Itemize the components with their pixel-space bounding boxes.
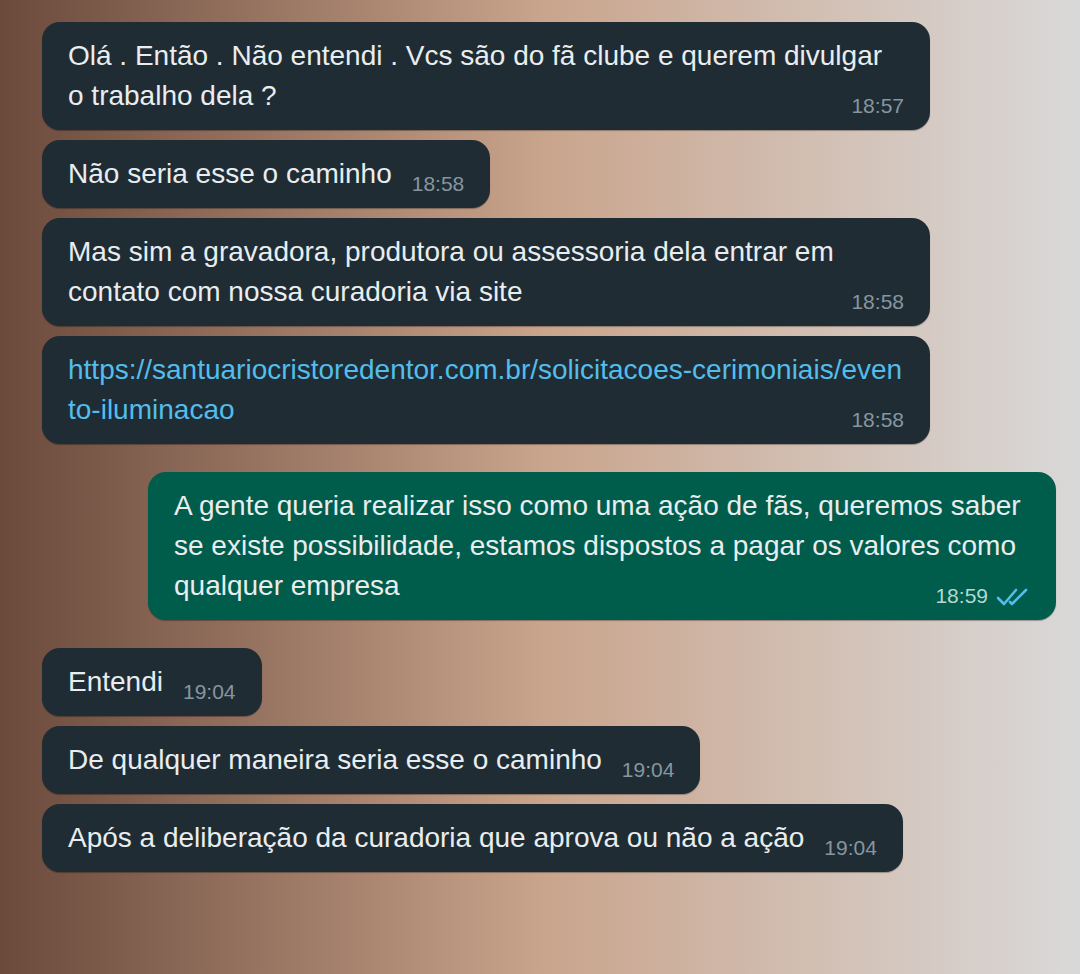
message-text: Após a deliberação da curadoria que apro…: [68, 822, 804, 853]
received-message[interactable]: https://santuariocristoredentor.com.br/s…: [42, 336, 930, 444]
received-message[interactable]: Mas sim a gravadora, produtora ou assess…: [42, 218, 930, 326]
received-message[interactable]: Após a deliberação da curadoria que apro…: [42, 804, 903, 872]
received-message[interactable]: Não seria esse o caminho 18:58: [42, 140, 490, 208]
message-text: Mas sim a gravadora, produtora ou assess…: [68, 236, 834, 307]
message-text: A gente queria realizar isso como uma aç…: [174, 490, 1021, 601]
message-time: 19:04: [622, 756, 675, 784]
chat-screen: Olá . Então . Não entendi . Vcs são do f…: [0, 0, 1080, 974]
received-message[interactable]: Olá . Então . Não entendi . Vcs são do f…: [42, 22, 930, 130]
message-text: Entendi: [68, 666, 163, 697]
message-list: Olá . Então . Não entendi . Vcs são do f…: [0, 0, 1080, 880]
message-time: 18:57: [851, 92, 904, 120]
message-text: Não seria esse o caminho: [68, 158, 392, 189]
message-time: 19:04: [183, 678, 236, 706]
message-time: 19:04: [824, 834, 877, 862]
message-time: 18:59: [935, 582, 1030, 610]
message-time: 18:58: [412, 170, 465, 198]
message-time: 18:58: [851, 406, 904, 434]
message-text: De qualquer maneira seria esse o caminho: [68, 744, 602, 775]
received-message[interactable]: Entendi 19:04: [42, 648, 262, 716]
message-time: 18:58: [851, 288, 904, 316]
double-check-icon: [996, 586, 1030, 608]
received-message[interactable]: De qualquer maneira seria esse o caminho…: [42, 726, 700, 794]
sent-message[interactable]: A gente queria realizar isso como uma aç…: [148, 472, 1056, 620]
message-link[interactable]: https://santuariocristoredentor.com.br/s…: [68, 354, 902, 425]
message-text: Olá . Então . Não entendi . Vcs são do f…: [68, 40, 882, 111]
